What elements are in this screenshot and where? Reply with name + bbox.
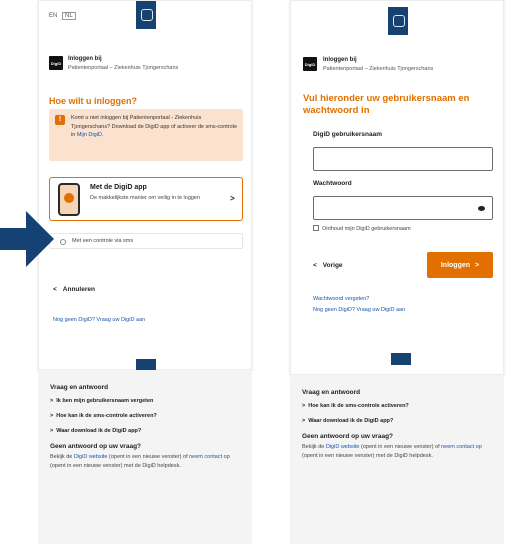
notice-box: ! Komt u niet inloggen bij Patientenport… bbox=[49, 109, 243, 161]
cancel-link[interactable]: < Annuleren bbox=[53, 286, 95, 293]
sms-option-label: Met een controle via sms bbox=[72, 238, 134, 244]
faq-item[interactable]: > Waar download ik de DigiD app? bbox=[302, 418, 494, 424]
chevron-right-icon: > bbox=[302, 403, 306, 409]
no-answer-title: Geen antwoord op uw vraag? bbox=[302, 433, 394, 440]
faq-title: Vraag en antwoord bbox=[302, 389, 361, 396]
chevron-right-icon: > bbox=[230, 194, 235, 203]
annotation-arrow-head-icon bbox=[26, 211, 54, 267]
login-for-label: Inloggen bij bbox=[323, 57, 357, 63]
login-for-label: Inloggen bij bbox=[68, 56, 102, 62]
faq-title: Vraag en antwoord bbox=[50, 384, 109, 391]
mijn-digid-link[interactable]: Mijn DigiD. bbox=[77, 132, 104, 138]
request-digid-link[interactable]: Nog geen DigiD? Vraag uw DigiD aan bbox=[313, 307, 405, 313]
remember-checkbox[interactable] bbox=[313, 225, 319, 231]
sms-option[interactable]: Met een controle via sms bbox=[49, 233, 243, 249]
request-digid-link[interactable]: Nog geen DigiD? Vraag uw DigiD aan bbox=[53, 317, 145, 323]
no-answer-title: Geen antwoord op uw vraag? bbox=[50, 443, 142, 450]
rijksoverheid-logo-icon bbox=[388, 7, 408, 35]
app-option-subtitle: De makkelijkste manier om veilig in te l… bbox=[90, 195, 201, 201]
faq-item[interactable]: > Hoe kan ik de sms-controle activeren? bbox=[302, 403, 494, 409]
password-label: Wachtwoord bbox=[313, 180, 352, 187]
chevron-left-icon: < bbox=[53, 286, 57, 293]
no-answer-text: Bekijk de DigiD website (opent in een ni… bbox=[302, 444, 482, 459]
login-button[interactable]: Inloggen > bbox=[427, 252, 493, 278]
login-method-panel: EN NL DigiD Inloggen bij Patientenportaa… bbox=[38, 0, 252, 371]
faq-item[interactable]: > Waar download ik de DigiD app? bbox=[50, 428, 242, 434]
faq-section: Vraag en antwoord > Ik ben mijn gebruiker… bbox=[38, 370, 252, 544]
language-en[interactable]: EN bbox=[49, 13, 57, 19]
provider-name: Patientenportaal – Ziekenhuis Tjongersch… bbox=[68, 65, 179, 71]
chevron-right-icon: > bbox=[50, 428, 54, 434]
sms-radio[interactable] bbox=[60, 239, 66, 245]
username-label: DigiD gebruikersnaam bbox=[313, 131, 382, 138]
remember-username[interactable]: Onthoud mijn DigiD gebruikersnaam bbox=[313, 225, 411, 232]
language-switch[interactable]: EN NL bbox=[49, 12, 76, 20]
digid-app-option[interactable]: Met de DigiD app De makkelijkste manier … bbox=[49, 177, 243, 221]
contact-link[interactable]: neem contact op bbox=[189, 454, 230, 460]
phone-icon bbox=[58, 183, 80, 216]
faq-item[interactable]: > Hoe kan ik de sms-controle activeren? bbox=[50, 413, 242, 419]
contact-link[interactable]: neem contact op bbox=[441, 444, 482, 450]
forgot-password-link[interactable]: Wachtwoord vergeten? bbox=[313, 296, 369, 302]
show-password-eye-icon[interactable] bbox=[478, 206, 485, 211]
password-input[interactable] bbox=[313, 196, 493, 220]
digid-logo-icon: DigiD bbox=[49, 56, 63, 70]
page-title: Hoe wilt u inloggen? bbox=[49, 96, 137, 106]
faq-section: Vraag en antwoord > Hoe kan ik de sms-con… bbox=[290, 375, 504, 544]
chevron-left-icon: < bbox=[313, 262, 317, 269]
chevron-right-icon: > bbox=[475, 261, 480, 269]
faq-item[interactable]: > Ik ben mijn gebruikersnaam vergeten bbox=[50, 398, 242, 404]
chevron-right-icon: > bbox=[50, 413, 54, 419]
app-option-title: Met de DigiD app bbox=[90, 184, 147, 191]
provider-name: Patientenportaal – Ziekenhuis Tjongersch… bbox=[323, 66, 434, 72]
annotation-arrow-icon bbox=[0, 228, 26, 250]
no-answer-text: Bekijk de DigiD website (opent in een ni… bbox=[50, 454, 230, 469]
digid-website-link[interactable]: DigiD website bbox=[74, 454, 108, 460]
chevron-right-icon: > bbox=[302, 418, 306, 424]
footer-logo-icon bbox=[391, 353, 411, 365]
chevron-right-icon: > bbox=[50, 398, 54, 404]
language-nl[interactable]: NL bbox=[62, 12, 76, 20]
back-link[interactable]: < Vorige bbox=[313, 262, 343, 269]
warning-icon: ! bbox=[55, 115, 65, 125]
digid-website-link[interactable]: DigiD website bbox=[326, 444, 360, 450]
rijksoverheid-logo-icon bbox=[136, 1, 156, 29]
username-input[interactable] bbox=[313, 147, 493, 171]
digid-logo-icon: DigiD bbox=[303, 57, 317, 71]
password-login-panel: DigiD Inloggen bij Patientenportaal – Zi… bbox=[290, 0, 504, 375]
page-title: Vul hieronder uw gebruikersnaam en wacht… bbox=[303, 93, 470, 116]
